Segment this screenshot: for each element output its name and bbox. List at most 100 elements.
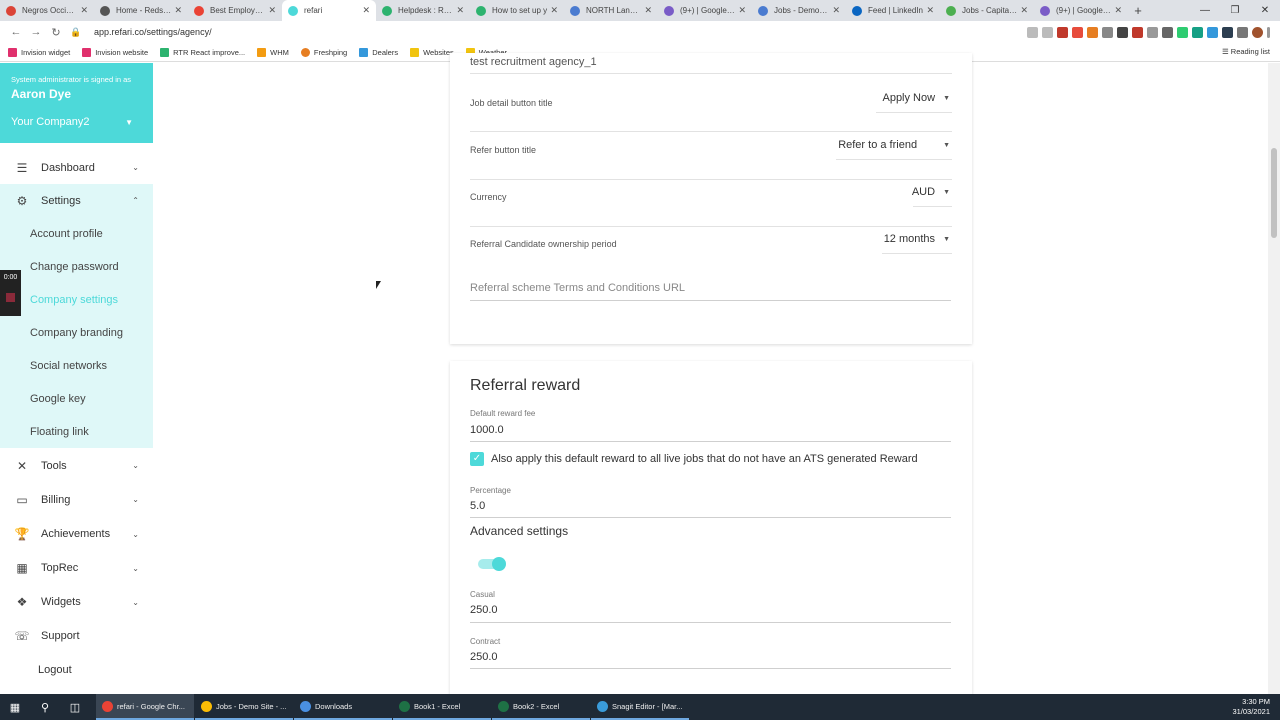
profile-avatar[interactable] bbox=[1252, 26, 1263, 38]
advanced-settings-toggle[interactable] bbox=[478, 557, 506, 571]
bookmark-freshping[interactable]: Freshping bbox=[300, 47, 347, 57]
browser-tab[interactable]: Feed | LinkedIn ✕ bbox=[846, 0, 940, 21]
star-icon[interactable] bbox=[1042, 26, 1053, 38]
percentage-input[interactable]: 5.0 bbox=[470, 500, 485, 512]
taskbar-app[interactable]: Book2 - Excel bbox=[492, 694, 590, 720]
minimize-icon[interactable]: — bbox=[1190, 0, 1220, 21]
browser-tab[interactable]: How to set up y ✕ bbox=[470, 0, 564, 21]
apply-default-reward-checkbox[interactable]: ✓ bbox=[470, 452, 484, 466]
extension-icon[interactable] bbox=[1102, 26, 1113, 38]
bookmark-rtr-react[interactable]: RTR React improve... bbox=[160, 47, 245, 57]
extension-icon[interactable] bbox=[1222, 26, 1233, 38]
sidebar-subitem-company-settings[interactable]: Company settings bbox=[0, 283, 153, 316]
taskbar-app[interactable]: Book1 - Excel bbox=[393, 694, 491, 720]
browser-tab[interactable]: Home - Redston ✕ bbox=[94, 0, 188, 21]
sidebar-subitem-company-branding[interactable]: Company branding bbox=[0, 316, 153, 349]
taskbar-app[interactable]: refari - Google Chr... bbox=[96, 694, 194, 720]
task-view-icon[interactable]: ◫ bbox=[60, 701, 90, 714]
menu-icon[interactable] bbox=[1267, 26, 1270, 38]
sidebar-item-widgets[interactable]: ❖ Widgets ⌄ bbox=[0, 585, 153, 619]
extension-icon[interactable] bbox=[1072, 26, 1083, 38]
forward-icon[interactable]: → bbox=[26, 26, 46, 38]
currency-select[interactable]: AUD ▼ bbox=[912, 186, 950, 198]
browser-tab[interactable]: NORTH Landsca ✕ bbox=[564, 0, 658, 21]
reading-list-button[interactable]: ☰ Reading list bbox=[1222, 47, 1270, 56]
browser-tab[interactable]: (9+) | Google Ch ✕ bbox=[1034, 0, 1128, 21]
bookmark-dealers[interactable]: Dealers bbox=[359, 47, 398, 57]
sidebar-subitem-social-networks[interactable]: Social networks bbox=[0, 349, 153, 382]
taskbar-app[interactable]: Downloads bbox=[294, 694, 392, 720]
tab-close-icon[interactable]: ✕ bbox=[1114, 5, 1122, 16]
url-input[interactable]: app.refari.co/settings/agency/ bbox=[94, 27, 1027, 37]
terms-url-input[interactable]: Referral scheme Terms and Conditions URL bbox=[470, 282, 685, 294]
tab-close-icon[interactable]: ✕ bbox=[268, 5, 276, 16]
taskbar-app[interactable]: Snagit Editor - [Mar... bbox=[591, 694, 689, 720]
sidebar-item-tools[interactable]: ✕ Tools ⌄ bbox=[0, 449, 153, 482]
windows-start-icon[interactable]: ▦ bbox=[0, 701, 30, 714]
browser-tab[interactable]: Jobs - Demo Sit ✕ bbox=[752, 0, 846, 21]
browser-tab[interactable]: refari ✕ bbox=[282, 0, 376, 21]
extension-icon[interactable] bbox=[1132, 26, 1143, 38]
agency-name-value[interactable]: test recruitment agency_1 bbox=[470, 56, 597, 68]
lock-icon[interactable]: 🔒 bbox=[66, 27, 86, 38]
tab-close-icon[interactable]: ✕ bbox=[926, 5, 934, 16]
browser-tab[interactable]: (9+) | Google Ch ✕ bbox=[658, 0, 752, 21]
tab-close-icon[interactable]: ✕ bbox=[644, 5, 652, 16]
extension-icon[interactable] bbox=[1192, 26, 1203, 38]
extension-icon[interactable] bbox=[1057, 26, 1068, 38]
sidebar-item-logout[interactable]: Logout bbox=[0, 653, 153, 687]
job-detail-button-title-select[interactable]: Apply Now ▼ bbox=[882, 92, 950, 104]
extension-icon[interactable] bbox=[1162, 26, 1173, 38]
bookmark-whm[interactable]: WHM bbox=[257, 47, 289, 57]
tab-close-icon[interactable]: ✕ bbox=[1020, 5, 1028, 16]
tab-close-icon[interactable]: ✕ bbox=[832, 5, 840, 16]
restore-icon[interactable]: ❐ bbox=[1220, 0, 1250, 21]
scrollbar-thumb[interactable] bbox=[1271, 148, 1277, 238]
sidebar-item-dashboard[interactable]: ☰ Dashboard ⌄ bbox=[0, 151, 153, 184]
tab-close-icon[interactable]: ✕ bbox=[80, 5, 88, 16]
extension-icon[interactable] bbox=[1147, 26, 1158, 38]
sidebar-item-settings[interactable]: ⚙ Settings ⌃ bbox=[0, 184, 153, 217]
taskbar-app[interactable]: Jobs - Demo Site - ... bbox=[195, 694, 293, 720]
tab-close-icon[interactable]: ✕ bbox=[550, 5, 558, 16]
extension-icon[interactable] bbox=[1087, 26, 1098, 38]
sidebar-subitem-google-key[interactable]: Google key bbox=[0, 382, 153, 415]
sidebar-item-achievements[interactable]: 🏆 Achievements ⌄ bbox=[0, 517, 153, 551]
record-stop-icon[interactable] bbox=[6, 293, 15, 302]
sidebar-item-support[interactable]: ☏ Support bbox=[0, 619, 153, 653]
tab-close-icon[interactable]: ✕ bbox=[362, 5, 370, 16]
sidebar-item-toprec[interactable]: ▦ TopRec ⌄ bbox=[0, 551, 153, 585]
new-tab-icon[interactable]: + bbox=[1128, 3, 1148, 18]
system-clock[interactable]: 3:30 PM 31/03/2021 bbox=[1232, 697, 1270, 717]
extension-icon[interactable] bbox=[1177, 26, 1188, 38]
close-icon[interactable]: ✕ bbox=[1250, 0, 1280, 21]
sidebar-subitem-account-profile[interactable]: Account profile bbox=[0, 217, 153, 250]
company-selector[interactable]: Your Company2 ▼ bbox=[11, 116, 142, 128]
back-icon[interactable]: ← bbox=[6, 26, 26, 38]
tab-close-icon[interactable]: ✕ bbox=[174, 5, 182, 16]
browser-tab[interactable]: Negros Occiden ✕ bbox=[0, 0, 94, 21]
tab-close-icon[interactable]: ✕ bbox=[738, 5, 746, 16]
puzzle-icon[interactable] bbox=[1237, 26, 1248, 38]
reload-icon[interactable]: ↻ bbox=[46, 26, 66, 39]
casual-input[interactable]: 250.0 bbox=[470, 604, 498, 616]
extension-icon[interactable] bbox=[1207, 26, 1218, 38]
recorder-widget[interactable]: 0:00 bbox=[0, 270, 21, 316]
search-icon[interactable]: ⚲ bbox=[30, 701, 60, 714]
ownership-period-select[interactable]: 12 months ▼ bbox=[884, 233, 950, 245]
page-scrollbar[interactable] bbox=[1268, 63, 1280, 694]
tab-close-icon[interactable]: ✕ bbox=[456, 5, 464, 16]
bookmark-invision-widget[interactable]: Invision widget bbox=[8, 47, 70, 57]
sidebar-subitem-change-password[interactable]: Change password bbox=[0, 250, 153, 283]
refer-button-title-select[interactable]: Refer to a friend ▼ bbox=[838, 139, 950, 151]
zoom-icon[interactable] bbox=[1027, 26, 1038, 38]
browser-tab[interactable]: Helpdesk : Refar ✕ bbox=[376, 0, 470, 21]
bookmark-websites[interactable]: Websites bbox=[410, 47, 454, 57]
browser-tab[interactable]: Best Employee R✕ bbox=[188, 0, 282, 21]
bookmark-invision-website[interactable]: Invision website bbox=[82, 47, 148, 57]
sidebar-subitem-floating-link[interactable]: Floating link bbox=[0, 415, 153, 448]
extension-icon[interactable] bbox=[1117, 26, 1128, 38]
sidebar-item-billing[interactable]: ▭ Billing ⌄ bbox=[0, 482, 153, 517]
default-reward-fee-input[interactable]: 1000.0 bbox=[470, 424, 504, 436]
browser-tab[interactable]: Jobs - Capital R ✕ bbox=[940, 0, 1034, 21]
